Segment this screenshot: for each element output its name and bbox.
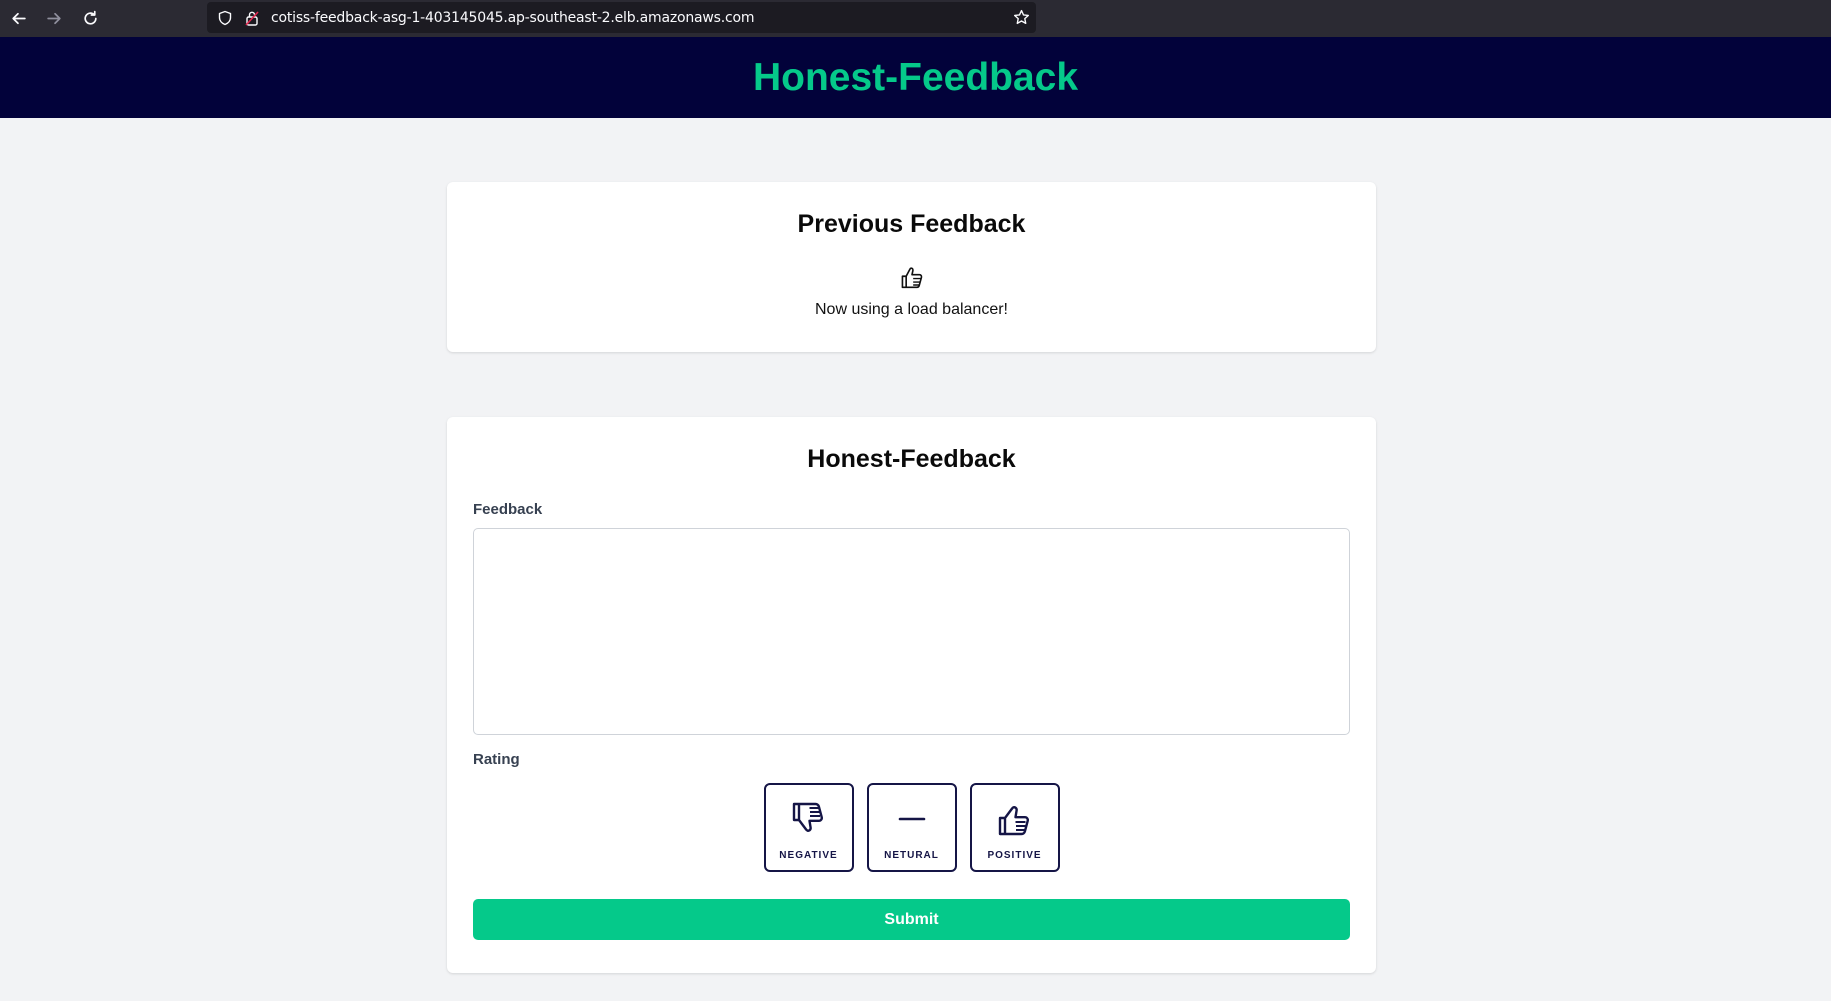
submit-button[interactable]: Submit [473, 899, 1350, 940]
rating-options: NEGATIVE NETURAL POSITIVE [447, 783, 1376, 872]
thumbs-up-icon [901, 267, 923, 289]
rating-positive-label: POSITIVE [987, 850, 1042, 861]
star-icon[interactable] [1013, 9, 1030, 26]
back-button[interactable] [0, 0, 36, 37]
site-header: Honest-Feedback [0, 37, 1831, 118]
feedback-label: Feedback [473, 501, 543, 518]
site-title: Honest-Feedback [752, 55, 1079, 99]
rating-negative-button[interactable]: NEGATIVE [763, 783, 854, 872]
rating-positive-button[interactable]: POSITIVE [969, 783, 1060, 872]
minus-icon [898, 817, 925, 821]
back-arrow-icon [11, 12, 26, 25]
previous-feedback-card: Previous Feedback Now using a load balan… [447, 182, 1376, 352]
rating-negative-label: NEGATIVE [779, 850, 838, 861]
forward-arrow-icon [46, 12, 61, 25]
lock-icon[interactable] [245, 10, 259, 26]
forward-button[interactable] [36, 0, 72, 37]
reload-button[interactable] [72, 0, 108, 37]
rating-neutral-label: NETURAL [884, 850, 939, 861]
rating-label: Rating [473, 751, 520, 768]
form-heading: Honest-Feedback [807, 445, 1016, 473]
previous-feedback-text: Now using a load balancer! [814, 301, 1008, 318]
browser-toolbar: cotiss-feedback-asg-1-403145045.ap-south… [0, 0, 1831, 37]
thumbs-down-icon [792, 802, 823, 832]
previous-feedback-heading: Previous Feedback [797, 210, 1026, 238]
url-text[interactable]: cotiss-feedback-asg-1-403145045.ap-south… [271, 10, 755, 26]
thumbs-up-icon [998, 806, 1029, 836]
address-bar[interactable]: cotiss-feedback-asg-1-403145045.ap-south… [207, 2, 1036, 33]
shield-icon[interactable] [217, 10, 233, 26]
reload-icon [83, 10, 97, 25]
feedback-form-card: Honest-Feedback Feedback Rating NEGATIVE… [447, 417, 1376, 973]
rating-neutral-button[interactable]: NETURAL [866, 783, 957, 872]
feedback-textarea[interactable] [473, 528, 1350, 735]
